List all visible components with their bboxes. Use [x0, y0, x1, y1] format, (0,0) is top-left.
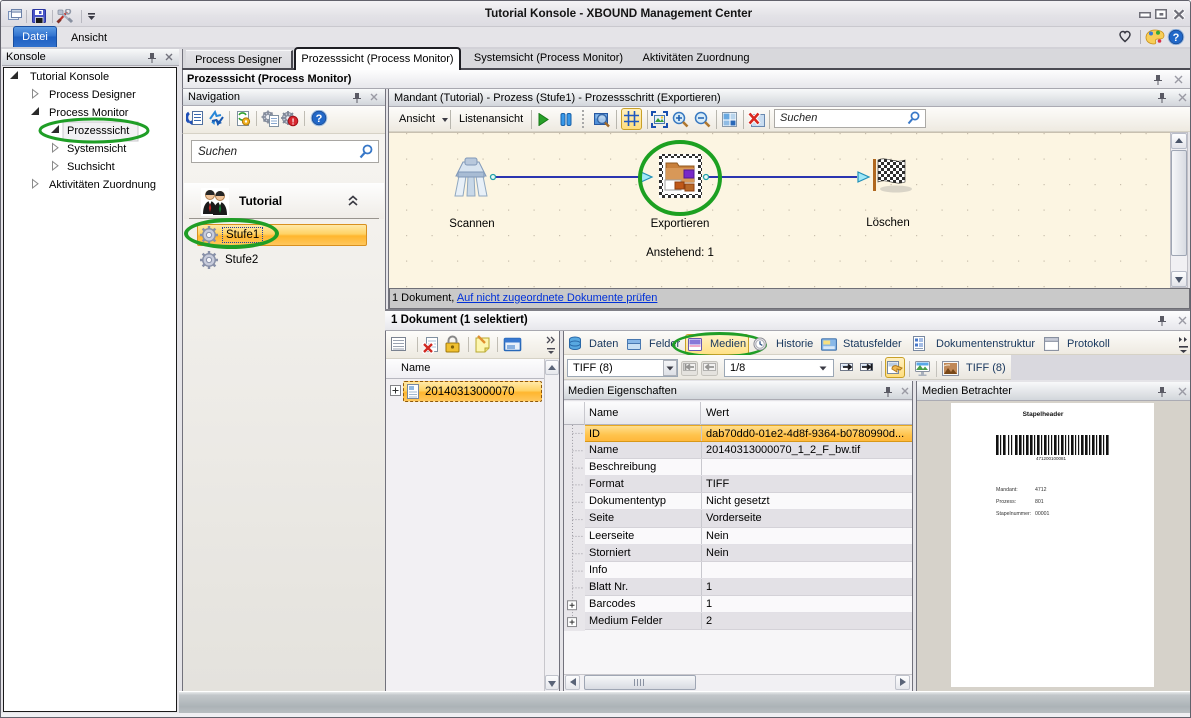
svg-text:471200100081: 471200100081 [1036, 456, 1067, 461]
svg-text:4712: 4712 [1035, 487, 1047, 493]
svg-text:!: ! [292, 117, 295, 127]
svg-text:Anstehend: 1: Anstehend: 1 [646, 247, 714, 259]
svg-text:?: ? [1173, 32, 1180, 44]
svg-text:?: ? [316, 113, 323, 125]
svg-text:801: 801 [1035, 499, 1044, 505]
svg-text:Löschen: Löschen [866, 217, 909, 229]
svg-text:Scannen: Scannen [449, 218, 494, 230]
svg-text:Mandant:: Mandant: [996, 487, 1018, 493]
svg-text:Exportieren: Exportieren [651, 218, 710, 230]
svg-text:Stapelnummer:: Stapelnummer: [996, 511, 1031, 517]
svg-text:Prozess:: Prozess: [996, 499, 1016, 505]
svg-text:00001: 00001 [1035, 511, 1050, 517]
svg-text:Stapelheader: Stapelheader [1023, 411, 1064, 418]
